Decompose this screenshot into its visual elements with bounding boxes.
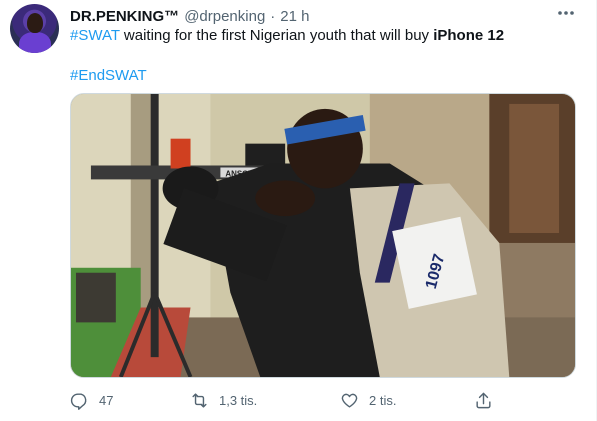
- reply-count: 47: [99, 392, 114, 408]
- retweet-icon: [192, 392, 207, 408]
- retweet-button[interactable]: 1,3 tis.: [190, 388, 257, 412]
- like-count: 2 tis.: [369, 392, 397, 408]
- more-options-icon[interactable]: [556, 6, 576, 20]
- hashtag-endswat[interactable]: #EndSWAT: [70, 67, 147, 84]
- retweet-count: 1,3 tis.: [219, 392, 258, 408]
- author-handle[interactable]: @drpenking: [184, 8, 265, 25]
- tweet-bold-text: iPhone 12: [433, 27, 505, 44]
- tweet-actions: 47 1,3 tis. 2 tis.: [70, 388, 510, 412]
- tweet-body-text: waiting for the first Nigerian youth tha…: [119, 27, 434, 44]
- tweet-header: DR.PENKING™ @drpenking · 21 h: [70, 6, 310, 26]
- heart-icon: [341, 393, 358, 408]
- tweet-card[interactable]: DR.PENKING™ @drpenking · 21 h #SWAT wait…: [0, 0, 597, 421]
- author-name[interactable]: DR.PENKING™: [70, 8, 179, 25]
- reply-icon: [70, 392, 87, 410]
- tweet-text-line2: #EndSWAT: [70, 66, 147, 86]
- header-separator: ·: [270, 7, 276, 25]
- hashtag-swat[interactable]: #SWAT: [70, 27, 120, 44]
- tweet-text: #SWAT waiting for the first Nigerian you…: [70, 26, 504, 46]
- share-icon: [476, 392, 491, 408]
- share-button[interactable]: [474, 388, 503, 412]
- like-button[interactable]: 2 tis.: [340, 388, 396, 412]
- tweet-timestamp[interactable]: 21 h: [280, 8, 309, 25]
- reply-button[interactable]: 47: [70, 388, 113, 412]
- avatar[interactable]: [10, 4, 59, 53]
- tweet-photo[interactable]: ANSCHUTZ 1097: [70, 93, 576, 378]
